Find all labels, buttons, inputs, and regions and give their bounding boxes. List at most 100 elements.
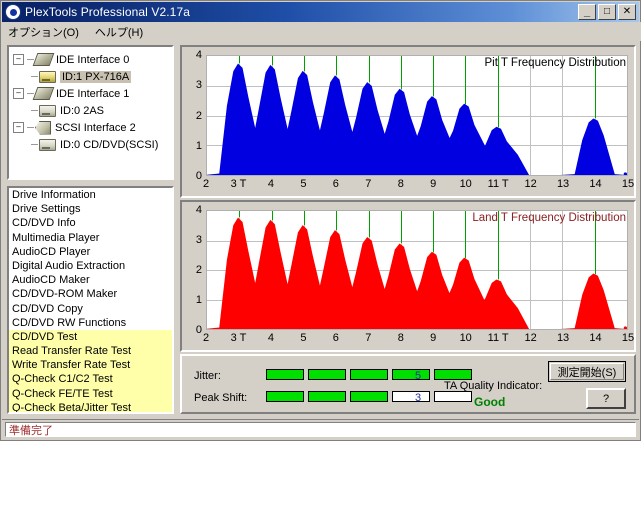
tree-interface-item[interactable]: – SCSI Interface 2 xyxy=(13,119,172,136)
x-tick-label: 5 xyxy=(300,178,307,190)
t-marker-line xyxy=(400,211,402,244)
y-tick-label: 0 xyxy=(195,170,202,182)
t-marker-line xyxy=(336,56,338,76)
peak-shift-segment xyxy=(434,391,472,402)
maximize-button[interactable]: □ xyxy=(598,4,616,20)
tree-connector xyxy=(31,110,38,111)
chart-title: Land T Frequency Distribution xyxy=(472,212,626,224)
x-tick-label: 2 xyxy=(202,332,210,344)
t-marker-line xyxy=(239,211,241,218)
x-tick-label: 15 xyxy=(621,178,635,190)
function-list-item[interactable]: CD/DVD Copy xyxy=(9,302,172,316)
x-tick-label: 13 xyxy=(556,178,570,190)
chart-title: Pit T Frequency Distribution xyxy=(484,57,626,69)
function-list-item[interactable]: CD/DVD RW Functions xyxy=(9,316,172,330)
device-tree-panel[interactable]: – IDE Interface 0 ID:1 PX-716A – IDE Interfa… xyxy=(7,45,174,180)
t-marker-line xyxy=(368,56,370,83)
distribution-curve xyxy=(207,63,627,175)
y-tick-label: 4 xyxy=(195,49,202,61)
tree-interface-item[interactable]: – IDE Interface 0 xyxy=(13,51,172,68)
function-list-item[interactable]: CD/DVD Info xyxy=(9,216,172,230)
function-list-item[interactable]: Drive Settings xyxy=(9,202,172,216)
function-list-item[interactable]: Write Transfer Rate Test xyxy=(9,358,172,373)
function-list-item[interactable]: Read Transfer Rate Test xyxy=(9,344,172,359)
minimize-button[interactable]: _ xyxy=(578,4,596,20)
menu-options[interactable]: オプション(O) xyxy=(8,24,79,40)
x-tick-label: 13 xyxy=(556,332,570,344)
y-tick-label: 2 xyxy=(195,264,202,276)
x-tick-label: 14 xyxy=(589,332,602,344)
x-tick-label: 9 xyxy=(430,332,437,344)
close-button[interactable]: ✕ xyxy=(618,4,636,20)
tree-expander-icon[interactable]: – xyxy=(13,122,24,133)
menu-bar: オプション(O) ヘルプ(H) xyxy=(2,22,641,41)
function-list-item[interactable]: CD/DVD Test xyxy=(9,329,172,345)
status-bar: 準備完了 xyxy=(2,419,639,439)
t-marker-line xyxy=(465,211,467,258)
jitter-segment xyxy=(350,369,388,380)
tree-item-label: SCSI Interface 2 xyxy=(55,121,136,134)
function-list-item[interactable]: Digital Audio Extraction xyxy=(9,259,172,273)
x-tick-label: 6 xyxy=(332,332,339,344)
function-list-item[interactable]: AudioCD Maker xyxy=(9,273,172,287)
drive-active-icon xyxy=(39,70,56,83)
tree-item-label: ID:1 PX-716A xyxy=(60,70,132,83)
close-icon: ✕ xyxy=(622,6,632,17)
t-marker-line xyxy=(368,211,370,237)
y-tick-label: 0 xyxy=(195,324,202,336)
t-marker-line xyxy=(465,56,467,104)
tree-device-item[interactable]: ID:0 CD/DVD(SCSI) xyxy=(13,136,172,153)
function-list-item[interactable]: CD/DVD-ROM Maker xyxy=(9,287,172,301)
y-tick-label: 3 xyxy=(195,79,202,92)
tree-connector xyxy=(31,144,38,145)
x-tick-label: 10 xyxy=(459,178,472,190)
tree-expander-icon[interactable]: – xyxy=(13,54,24,65)
function-list-item[interactable]: Q-Check Beta/Jitter Test xyxy=(9,400,172,412)
t-marker-line xyxy=(239,56,241,64)
tree-device-item[interactable]: ID:1 PX-716A xyxy=(13,68,172,85)
y-tick-label: 1 xyxy=(195,139,202,152)
distribution-curve xyxy=(207,217,627,329)
tree-connector xyxy=(27,59,34,60)
help-button[interactable]: ? xyxy=(586,388,626,409)
t-marker-line xyxy=(433,211,435,252)
menu-help[interactable]: ヘルプ(H) xyxy=(95,24,143,40)
t-marker-line xyxy=(336,211,338,231)
device-tree: – IDE Interface 0 ID:1 PX-716A – IDE Interfa… xyxy=(9,47,172,153)
ta-quality-value: Good xyxy=(474,395,506,409)
tree-device-item[interactable]: ID:0 2AS xyxy=(13,102,172,119)
ide-card-icon xyxy=(32,53,55,66)
start-measurement-label: 測定開始(S) xyxy=(550,363,624,380)
noise-dot xyxy=(623,172,627,175)
tree-interface-item[interactable]: – IDE Interface 1 xyxy=(13,85,172,102)
function-list-item[interactable]: Drive Information xyxy=(9,188,172,202)
jitter-segment xyxy=(392,369,430,380)
drive-icon xyxy=(39,138,56,151)
function-list-item[interactable]: AudioCD Player xyxy=(9,245,172,259)
t-marker-line xyxy=(303,56,305,71)
x-tick-label: 12 xyxy=(524,178,537,190)
function-list-item[interactable]: Q-Check FE/TE Test xyxy=(9,386,172,401)
function-list-item[interactable]: Q-Check C1/C2 Test xyxy=(9,372,172,387)
y-axis: 0 1 2 3 4 xyxy=(182,49,206,182)
t-marker-line xyxy=(433,56,435,97)
function-list: Drive Information Drive Settings CD/DVD In… xyxy=(9,188,172,412)
tree-connector xyxy=(27,93,34,94)
window-title: PlexTools Professional V2.17a xyxy=(25,5,190,19)
t-marker-line xyxy=(271,211,273,220)
tree-expander-icon[interactable]: – xyxy=(13,88,24,99)
function-list-item[interactable]: Multimedia Player xyxy=(9,231,172,245)
pit-t-chart: 0123423 T 4 5 6 7 8 9 10 11 T 12 13 14 15 Pit T Frequ… xyxy=(180,45,636,198)
start-measurement-button[interactable]: 測定開始(S) xyxy=(548,361,626,382)
x-tick-label: 11 T xyxy=(487,178,509,190)
land-t-chart: 0123423 T 4 5 6 7 8 9 10 11 T 12 13 14 15 Land T Freq… xyxy=(180,200,636,352)
x-tick-label: 8 xyxy=(397,178,404,190)
y-tick-label: 2 xyxy=(195,109,202,122)
x-tick-label: 15 xyxy=(621,332,635,344)
x-tick-label: 2 xyxy=(202,178,210,190)
isolated-peak-area xyxy=(560,118,627,175)
window-controls: _ □ ✕ xyxy=(578,4,636,20)
peak-shift-bar-graph xyxy=(266,391,472,402)
function-list-panel[interactable]: Drive Information Drive Settings CD/DVD In… xyxy=(7,186,174,414)
x-tick-label: 10 xyxy=(459,332,472,344)
